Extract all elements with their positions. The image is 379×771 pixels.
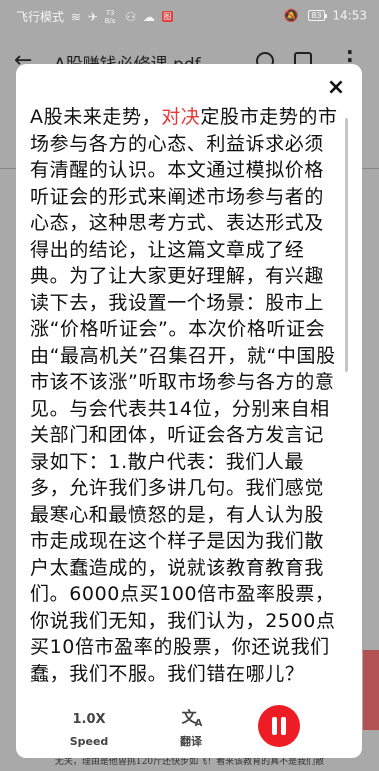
network-speed-value: 73 — [105, 8, 115, 17]
battery-icon: 83 — [308, 10, 327, 21]
scrollbar[interactable] — [345, 118, 348, 372]
dialog-text-content: A股未来走势，对决定股市走势的市场参与各方的心态、利益诉求必须有清醒的认识。本文… — [30, 104, 342, 702]
playback-controls: 1.0X Speed 文A 翻译 — [16, 702, 362, 758]
translate-button[interactable]: 文A 翻译 — [166, 706, 216, 749]
speed-button[interactable]: 1.0X Speed — [64, 712, 114, 748]
cloud-icon: ☁ — [142, 9, 155, 24]
network-speed-unit: B/s — [104, 16, 116, 25]
network-speed: 73 B/s — [105, 9, 119, 25]
notification-badge: 图 — [161, 11, 173, 22]
status-bar: 飞行模式 ≋ ✈ 73 B/s ⚇ ☁ 图 🔕 83 14:53 — [0, 0, 379, 30]
pause-icon — [272, 717, 277, 735]
read-aloud-dialog: × A股未来走势，对决定股市走势的市场参与各方的心态、利益诉求必须有清醒的认识。… — [16, 64, 362, 758]
airplane-mode-label: 飞行模式 — [16, 10, 65, 24]
content-text-rest: 定股市走势的市场参与各方的心态、利益诉求必须有清醒的认识。本文通过模拟价格听证会… — [30, 106, 338, 685]
translate-icon: 文A — [181, 708, 203, 729]
airplane-icon: ✈ — [87, 9, 98, 24]
battery-level: 83 — [311, 11, 322, 20]
app-notification-icon: ⚇ — [125, 9, 137, 24]
clock: 14:53 — [332, 8, 367, 23]
current-reading-highlight: 对决 — [161, 106, 201, 128]
background-red-strip — [363, 650, 379, 730]
pause-button[interactable] — [258, 705, 300, 747]
content-text-start: A股未来走势， — [30, 106, 162, 128]
status-right: 🔕 83 14:53 — [284, 8, 367, 23]
close-button[interactable]: × — [324, 76, 348, 100]
speed-value: 1.0X — [72, 712, 106, 727]
mute-icon: 🔕 — [283, 8, 299, 23]
speed-label: Speed — [69, 735, 109, 748]
pause-icon-bar — [281, 717, 286, 735]
wifi-icon: ≋ — [70, 9, 81, 24]
background-divider-right — [362, 168, 379, 169]
translate-label: 翻译 — [180, 735, 202, 748]
status-left: 飞行模式 ≋ ✈ 73 B/s ⚇ ☁ 图 — [16, 8, 176, 25]
